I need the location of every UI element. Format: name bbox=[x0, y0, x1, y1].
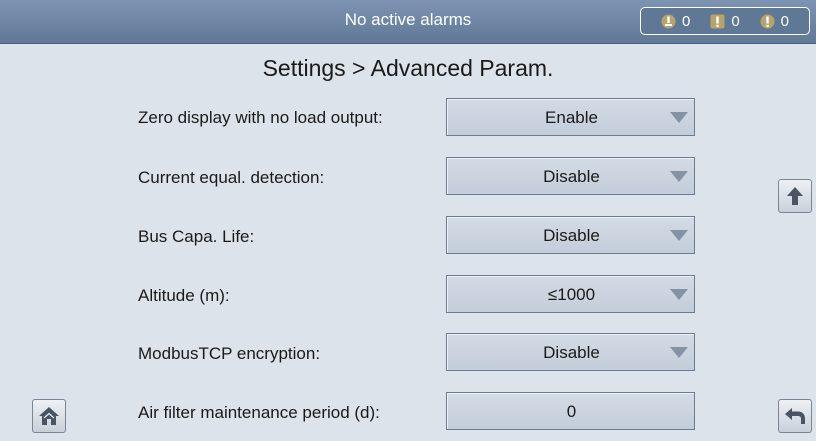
status-bar: No active alarms 0 0 0 bbox=[0, 0, 816, 44]
critical-alarm-value: 0 bbox=[780, 12, 789, 30]
modbustcp-encryption-dropdown[interactable]: Disable bbox=[446, 333, 695, 371]
current-equal-dropdown[interactable]: Disable bbox=[446, 157, 695, 195]
scroll-up-button[interactable] bbox=[778, 179, 812, 213]
chevron-down-icon bbox=[670, 171, 688, 182]
chevron-down-icon bbox=[670, 112, 688, 123]
setting-label-air-filter-period: Air filter maintenance period (d): bbox=[138, 403, 380, 422]
bus-capa-life-value: Disable bbox=[543, 226, 600, 245]
setting-label-current-equal: Current equal. detection: bbox=[138, 168, 325, 187]
altitude-dropdown[interactable]: ≤1000 bbox=[446, 275, 695, 313]
minor-alarm-value: 0 bbox=[681, 12, 691, 30]
arrow-up-icon bbox=[786, 186, 804, 206]
air-filter-period-value: 0 bbox=[566, 402, 577, 421]
critical-alarm-count: 0 bbox=[760, 13, 789, 30]
alarm-counts-panel[interactable]: 0 0 0 bbox=[640, 7, 810, 35]
major-alarm-icon bbox=[710, 14, 725, 29]
chevron-down-icon bbox=[670, 347, 688, 358]
zero-display-value: Enable bbox=[545, 108, 598, 127]
current-equal-value: Disable bbox=[543, 167, 600, 186]
major-alarm-count: 0 bbox=[710, 12, 740, 30]
critical-alarm-icon bbox=[760, 14, 775, 29]
home-icon bbox=[38, 406, 60, 426]
back-arrow-icon bbox=[784, 407, 806, 425]
home-button[interactable] bbox=[32, 399, 66, 433]
back-button[interactable] bbox=[778, 399, 812, 433]
setting-label-bus-capa-life: Bus Capa. Life: bbox=[138, 227, 255, 246]
minor-alarm-count: 0 bbox=[661, 13, 690, 30]
altitude-value: ≤1000 bbox=[547, 285, 596, 304]
bus-capa-life-dropdown[interactable]: Disable bbox=[446, 216, 695, 254]
setting-label-altitude: Altitude (m): bbox=[138, 286, 230, 305]
major-alarm-value: 0 bbox=[731, 12, 740, 30]
chevron-down-icon bbox=[670, 289, 688, 300]
setting-label-modbustcp-encryption: ModbusTCP encryption: bbox=[138, 344, 321, 363]
air-filter-period-input[interactable]: 0 bbox=[446, 392, 695, 430]
minor-alarm-icon bbox=[661, 14, 676, 29]
setting-label-zero-display: Zero display with no load output: bbox=[138, 108, 383, 127]
modbustcp-encryption-value: Disable bbox=[543, 343, 600, 362]
zero-display-dropdown[interactable]: Enable bbox=[446, 98, 695, 136]
page-title: Settings > Advanced Param. bbox=[262, 55, 554, 81]
chevron-down-icon bbox=[670, 230, 688, 241]
